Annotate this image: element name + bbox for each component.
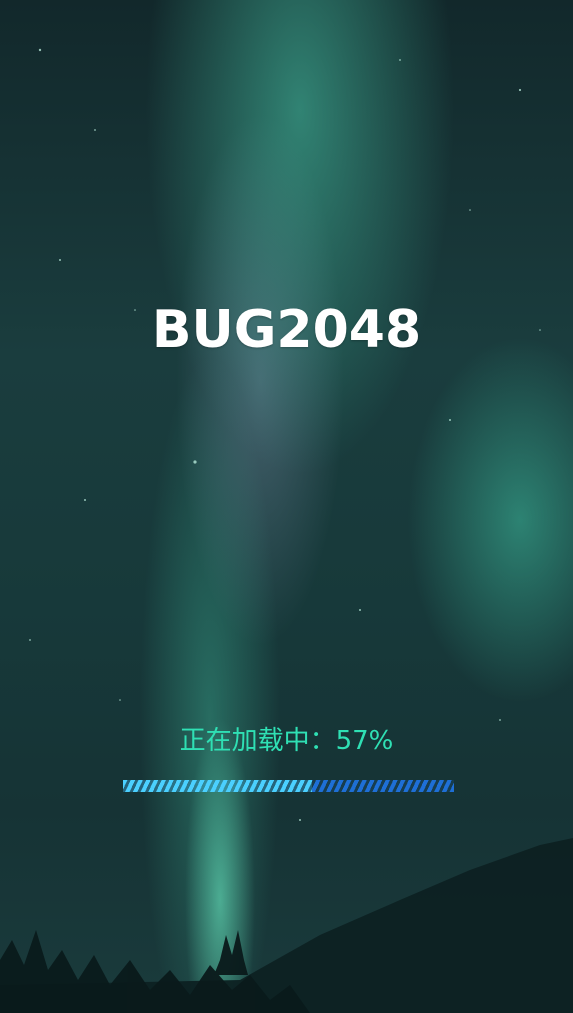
loading-progress-fill: [123, 780, 312, 792]
loading-progress-bar: [123, 780, 454, 792]
app-title: BUG2048: [151, 300, 422, 360]
aurora-background: [0, 0, 573, 1013]
landscape-silhouette: [0, 48, 573, 1013]
stars: [29, 48, 541, 821]
loading-status-text: 正在加载中：57%: [179, 726, 394, 756]
